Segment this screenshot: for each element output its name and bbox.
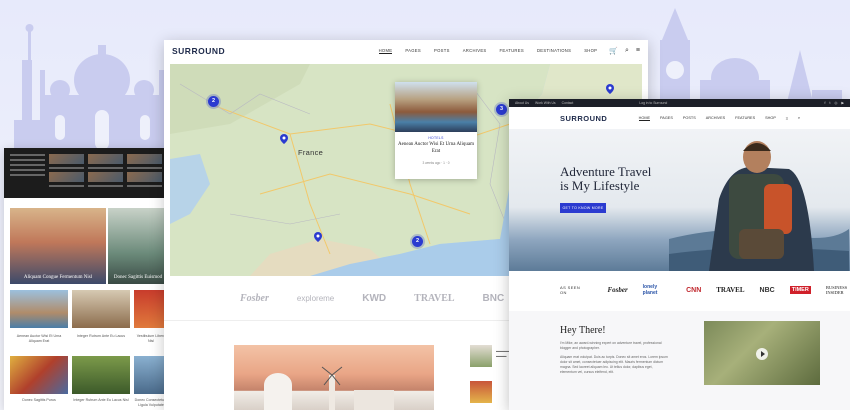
nav-pages[interactable]: PAGES [660,116,673,121]
nav-shop[interactable]: SHOP [584,48,597,54]
nav-home[interactable]: HOME [638,116,651,121]
card-meta: 3 weeks ago · 1 · 0 [422,161,450,165]
get-to-know-more-button[interactable]: GET TO KNOW MORE [560,203,606,213]
nav-destinations[interactable]: DESTINATIONS [537,48,571,54]
map-pin-icon[interactable] [606,84,614,94]
map-pin-icon[interactable] [314,232,322,242]
card-title: Aenean Auctor Wisi Et Urna Aliquam Erat [398,142,474,154]
login-link[interactable]: Log in to Surround [639,101,667,105]
thumb-caption: Donec Consectetuer Ligula Vulputate [134,398,168,407]
side-thumb-food[interactable] [470,381,492,403]
brand-logo: TRAVEL [716,286,745,294]
top-bar: About Us Work With Us Contact Log in to … [509,99,850,107]
thumb-caption: Donec Sagittis Purus [22,398,56,402]
search-icon[interactable]: ⌕ [625,47,629,55]
brand-logo: Fosber [240,292,269,304]
hero2-caption: Donec Sagittis Euismod [113,275,163,280]
menu-icon[interactable]: ≡ [636,47,640,55]
side-thumb-palm[interactable] [470,345,492,367]
twitter-icon[interactable]: t [829,101,830,105]
brand-logo: Fosber [607,286,628,294]
thumb-coast[interactable] [134,356,168,394]
site-logo[interactable]: SURROUND [172,46,225,56]
bookmark-icon[interactable]: ⌑ [786,116,788,121]
about-section: Hey There! I'm Mike, an award-winning ex… [509,311,850,410]
headline-line-2: is My Lifestyle [560,178,640,193]
topbar-link[interactable]: Contact [562,101,574,105]
brand-logo: TRAVEL [414,292,455,304]
nav-features[interactable]: FEATURES [500,48,524,54]
thumb-peppers[interactable] [134,290,168,328]
mega-menu [4,148,168,198]
main-nav: HOME PAGES POSTS ARCHIVES FEATURES SHOP … [638,116,800,121]
play-icon[interactable] [756,348,768,360]
about-title: Hey There! [560,325,606,336]
thumb-venice[interactable] [10,290,68,328]
hero-headline: Adventure Travel is My Lifestyle [560,165,651,193]
thumb-caption: Integer Rutrum Ante Eu Lacus [76,334,126,338]
thumb-caption: Integer Rutrum Ante Eu Lacus Nisl [73,398,129,402]
thumb-caption: Vestibulum Libero Nisl [136,334,166,343]
nav-home[interactable]: HOME [378,48,393,54]
nav-pages[interactable]: PAGES [405,48,421,54]
nav-features[interactable]: FEATURES [735,116,755,121]
brand-logo: BUSINESS INSIDER [825,285,848,295]
card-category: HOTELS [428,136,444,140]
hero-caption: Aliquam Congue Fermentum Nisl [23,275,93,280]
nav-archives[interactable]: ARCHIVES [706,116,725,121]
map-cluster-marker[interactable]: 2 [412,236,423,247]
topbar-link[interactable]: Work With Us [535,101,556,105]
brand-logo: BNC [482,292,505,304]
about-body: Aliquam erat volutpat. Duis ac turpis. D… [560,355,668,374]
nav-posts[interactable]: POSTS [434,48,450,54]
nav-shop[interactable]: SHOP [765,116,776,121]
social-icons: f t ◎ ▶ [825,101,844,105]
main-nav: HOME PAGES POSTS ARCHIVES FEATURES DESTI… [378,48,598,54]
site-header: SURROUND HOME PAGES POSTS ARCHIVES FEATU… [509,107,850,129]
thumb-costume[interactable] [10,356,68,394]
site-header: SURROUND HOME PAGES POSTS ARCHIVES FEATU… [164,40,648,62]
as-seen-on-label: AS SEEN ON [560,285,581,295]
site-logo[interactable]: SURROUND [560,114,607,123]
map-info-card[interactable]: HOTELS Aenean Auctor Wisi Et Urna Aliqua… [395,82,477,179]
brand-logo: lonely planet [642,284,658,296]
search-icon[interactable]: ⌕ [798,116,800,121]
thumb-market[interactable] [72,290,130,328]
logo-text: SURROUND [172,46,226,56]
nav-archives[interactable]: ARCHIVES [463,48,487,54]
map-cluster-marker[interactable]: 3 [496,104,507,115]
hero-post-santorini[interactable]: Aliquam Congue Fermentum Nisl [10,208,106,284]
right-site-preview: About Us Work With Us Contact Log in to … [509,99,850,410]
about-intro: I'm Mike, an award-winning expert on adv… [560,341,662,350]
hero-section: Adventure Travel is My Lifestyle GET TO … [509,129,850,271]
nav-posts[interactable]: POSTS [683,116,696,121]
topbar-link[interactable]: About Us [515,101,529,105]
featured-post-image[interactable] [234,345,434,410]
header-icons: 🛒 ⌕ ≡ [609,47,640,55]
youtube-icon[interactable]: ▶ [841,101,844,105]
brand-logo: exploreme [296,293,335,303]
brand-logo: NBC [759,286,775,294]
brand-logo: TIMER [789,286,811,294]
thumb-caption: Aenean Auctor Wisi Et Urna Aliquam Erat [16,334,62,343]
logo-text: SURROUND [560,113,608,123]
thumb-terraces[interactable] [72,356,130,394]
cart-icon[interactable]: 🛒 [609,47,618,55]
map-country-label: France [298,148,324,157]
facebook-icon[interactable]: f [825,101,826,105]
card-image-venice [395,82,477,132]
santorini-illustration [264,366,394,410]
map-pin-icon[interactable] [280,134,288,144]
brand-logo: CNN [686,286,702,294]
as-seen-on-bar: AS SEEN ON Fosber lonely planet CNN TRAV… [509,275,850,305]
map-cluster-marker[interactable]: 2 [208,96,219,107]
hero-post-mountains[interactable]: Donec Sagittis Euismod [108,208,168,284]
instagram-icon[interactable]: ◎ [834,101,837,105]
video-thumbnail[interactable] [704,321,820,385]
brand-logo: KWD [362,292,387,304]
hiker-illustration [669,141,849,271]
headline-line-1: Adventure Travel [560,164,652,179]
left-site-preview: Aliquam Congue Fermentum Nisl Donec Sagi… [4,148,168,410]
